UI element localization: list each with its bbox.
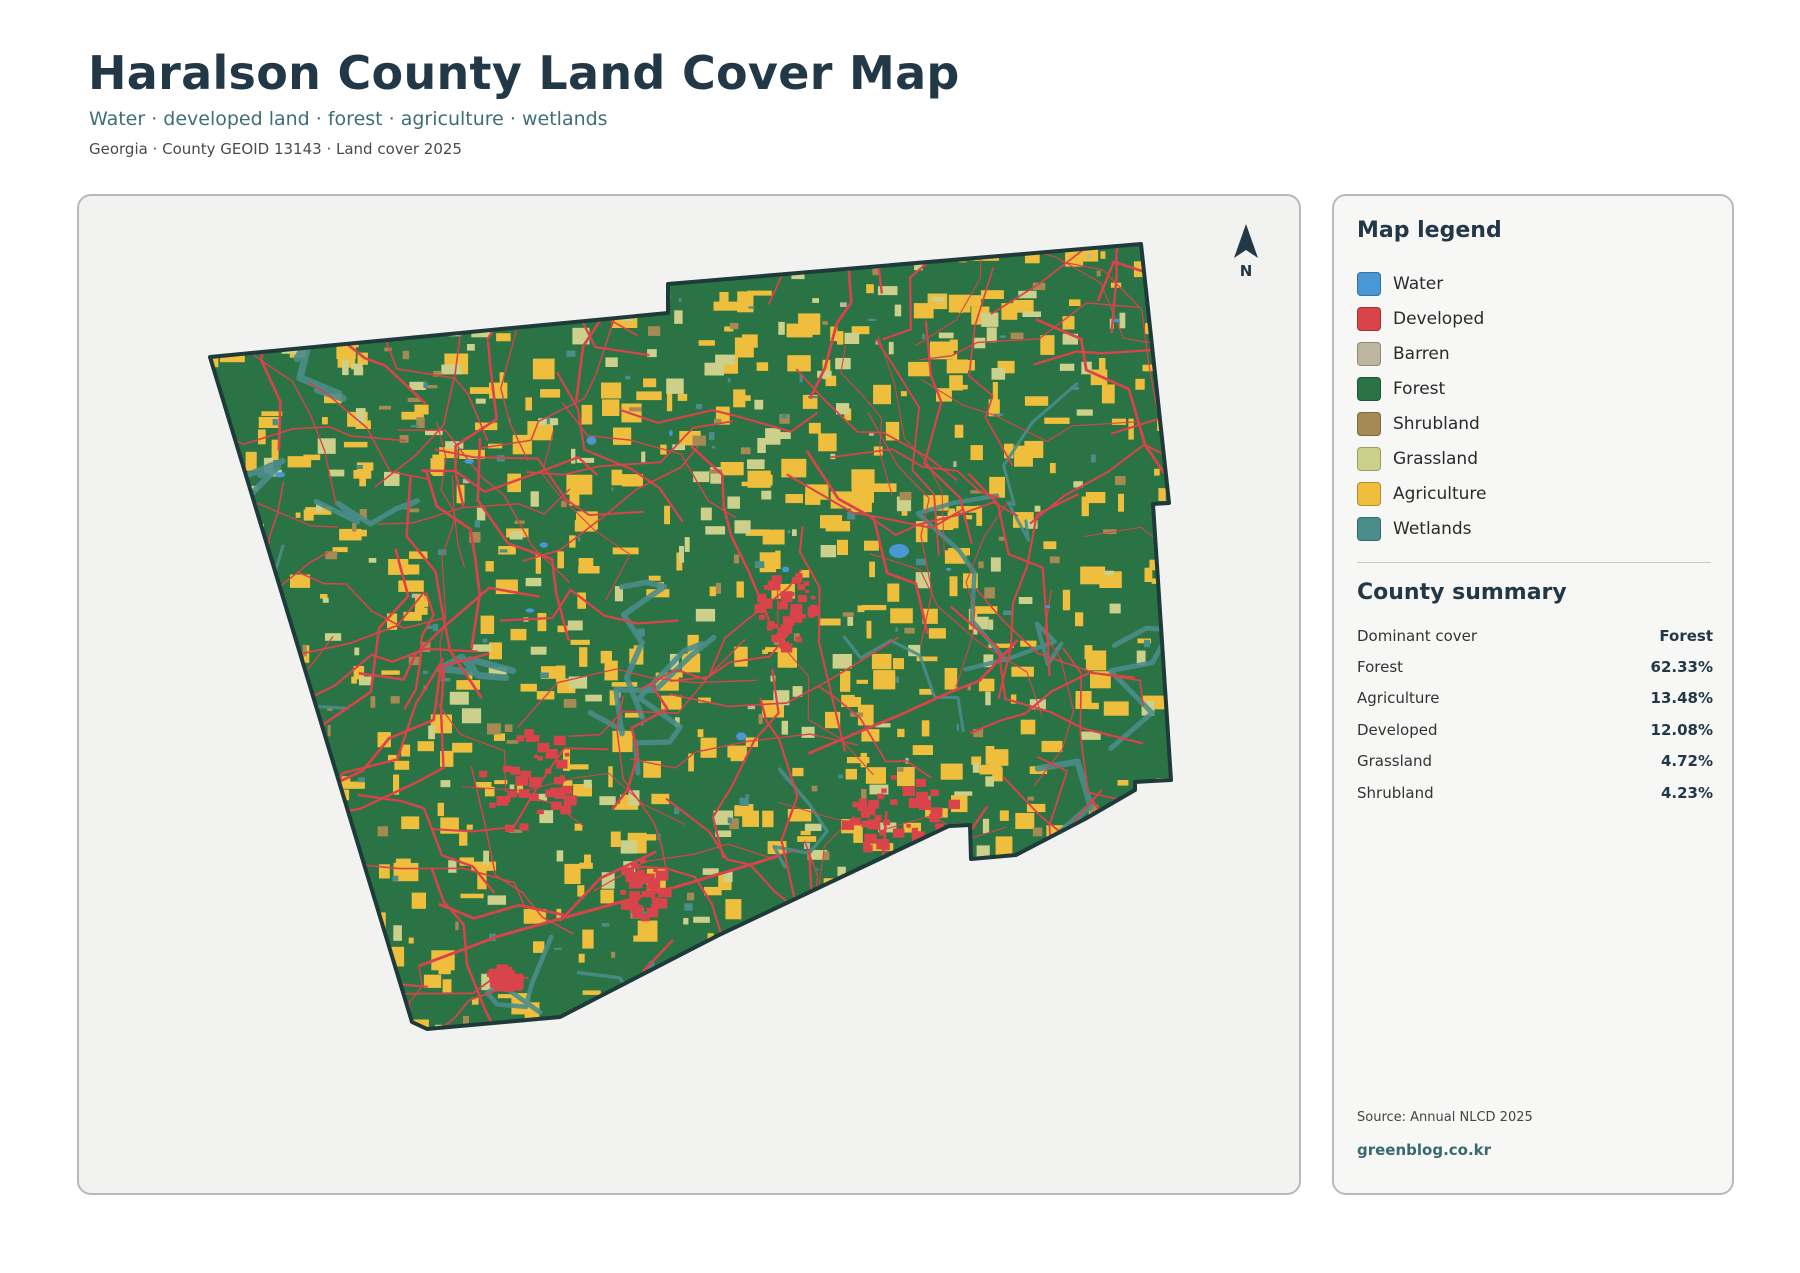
legend-label: Wetlands	[1393, 518, 1472, 539]
legend-swatch-developed	[1357, 306, 1381, 331]
summary-row: Developed 12.08%	[1357, 714, 1713, 745]
page-subtitle: Water · developed land · forest · agricu…	[89, 108, 608, 130]
summary-row: Grassland 4.72%	[1357, 746, 1713, 777]
summary-key: Developed	[1357, 720, 1438, 739]
summary-title: County summary	[1357, 580, 1567, 605]
panel-divider	[1357, 562, 1711, 563]
map-layers	[208, 242, 1173, 1031]
legend-list: Water Developed Barren Forest Shrubland …	[1357, 266, 1487, 546]
land-cover-map[interactable]	[79, 196, 1301, 1195]
legend-title: Map legend	[1357, 218, 1502, 243]
page-meta: Georgia · County GEOID 13143 · Land cove…	[89, 140, 462, 158]
legend-swatch-barren	[1357, 341, 1381, 366]
legend-label: Water	[1393, 273, 1444, 294]
legend-swatch-agriculture	[1357, 481, 1381, 506]
summary-value: 4.23%	[1660, 783, 1713, 802]
legend-label: Grassland	[1393, 448, 1478, 469]
summary-value: 12.08%	[1650, 720, 1713, 739]
legend-label: Developed	[1393, 308, 1485, 329]
legend-label: Forest	[1393, 378, 1446, 399]
summary-row: Agriculture 13.48%	[1357, 683, 1713, 714]
legend-item-grassland: Grassland	[1357, 441, 1487, 476]
legend-label: Shrubland	[1393, 413, 1480, 434]
summary-table: Dominant cover Forest Forest 62.33% Agri…	[1357, 620, 1713, 808]
legend-item-agriculture: Agriculture	[1357, 476, 1487, 511]
legend-item-forest: Forest	[1357, 371, 1487, 406]
legend-label: Agriculture	[1393, 483, 1487, 504]
summary-row: Dominant cover Forest	[1357, 620, 1713, 651]
summary-key: Agriculture	[1357, 689, 1440, 708]
legend-swatch-forest	[1357, 376, 1381, 401]
summary-value: Forest	[1659, 626, 1713, 645]
summary-value: 13.48%	[1650, 689, 1713, 708]
summary-row: Shrubland 4.23%	[1357, 777, 1713, 808]
summary-value: 4.72%	[1660, 752, 1713, 771]
legend-swatch-water	[1357, 271, 1381, 296]
legend-item-barren: Barren	[1357, 336, 1487, 371]
north-arrow: N	[1220, 222, 1272, 280]
legend-item-wetlands: Wetlands	[1357, 511, 1487, 546]
legend-swatch-grassland	[1357, 446, 1381, 471]
map-panel[interactable]	[77, 194, 1301, 1195]
legend-swatch-wetlands	[1357, 516, 1381, 541]
source-note: Source: Annual NLCD 2025	[1357, 1110, 1533, 1125]
summary-key: Shrubland	[1357, 783, 1434, 802]
legend-item-developed: Developed	[1357, 301, 1487, 336]
legend-swatch-shrubland	[1357, 411, 1381, 436]
info-panel: Map legend Water Developed Barren Forest…	[1332, 194, 1734, 1195]
summary-key: Forest	[1357, 658, 1404, 677]
north-label: N	[1239, 262, 1253, 280]
summary-key: Dominant cover	[1357, 626, 1478, 645]
legend-item-shrubland: Shrubland	[1357, 406, 1487, 441]
page-title: Haralson County Land Cover Map	[88, 46, 960, 100]
summary-key: Grassland	[1357, 752, 1432, 771]
legend-item-water: Water	[1357, 266, 1487, 301]
summary-row: Forest 62.33%	[1357, 651, 1713, 682]
summary-value: 62.33%	[1650, 658, 1713, 677]
legend-label: Barren	[1393, 343, 1450, 364]
north-arrow-icon	[1234, 224, 1258, 258]
site-link[interactable]: greenblog.co.kr	[1357, 1141, 1491, 1159]
